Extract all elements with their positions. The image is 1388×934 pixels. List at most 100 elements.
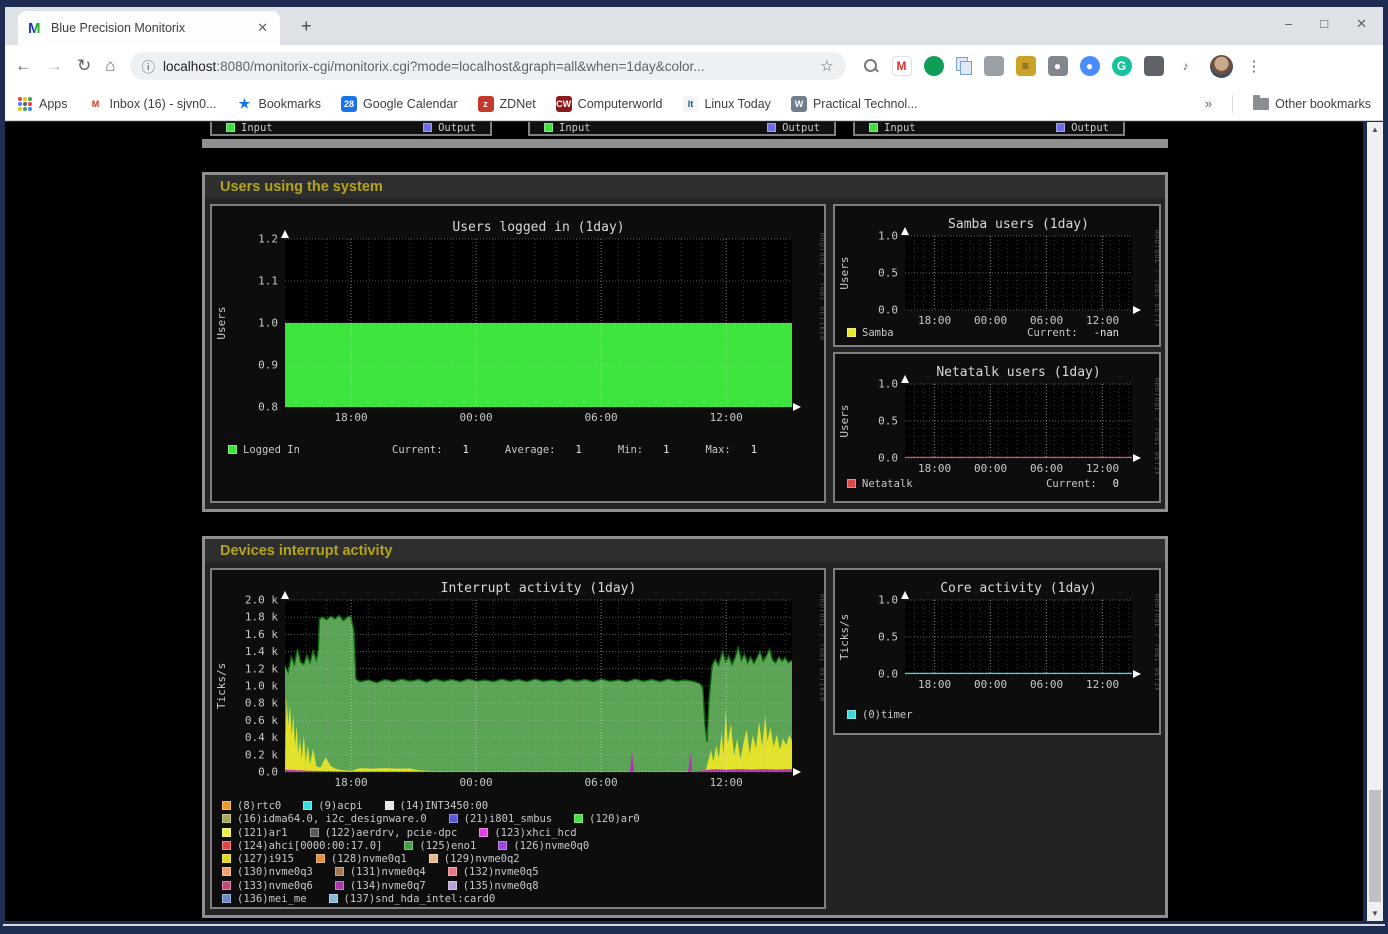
bookmark-item[interactable]: MInbox (16) - sjvn0... <box>88 96 217 112</box>
legend-swatch <box>448 867 457 876</box>
back-icon[interactable]: ← <box>15 56 32 76</box>
svg-text:18:00: 18:00 <box>334 776 367 789</box>
reading-stack-icon[interactable]: ≡ <box>1016 56 1036 76</box>
scrollbar-thumb[interactable] <box>1369 790 1381 902</box>
input-legend-swatch <box>869 123 878 132</box>
interrupt_activity-plot: 0.00.2 k0.4 k0.6 k0.8 k1.0 k1.2 k1.4 k1.… <box>212 570 824 792</box>
svg-text:2.0 k: 2.0 k <box>245 594 278 607</box>
tab-close-icon[interactable]: ✕ <box>255 20 270 36</box>
legend-swatch <box>574 814 583 823</box>
section-interrupts: Devices interrupt activity 0.00.2 k0.4 k… <box>202 536 1168 918</box>
legend-label: (123)xhci_hcd <box>494 827 576 839</box>
svg-text:Core activity (1day): Core activity (1day) <box>940 581 1097 596</box>
legend-label: Samba <box>862 327 894 339</box>
svg-text:06:00: 06:00 <box>585 776 618 789</box>
input-legend-swatch <box>544 123 553 132</box>
zoom-camera-icon[interactable]: ● <box>1080 56 1100 76</box>
voice-icon[interactable] <box>924 56 944 76</box>
scroll-down-icon[interactable]: ▼ <box>1367 906 1383 921</box>
legend-swatch <box>329 894 338 903</box>
legend-swatch <box>847 328 856 337</box>
bookmark-item[interactable]: ltLinux Today <box>682 96 771 112</box>
svg-text:RRDTOOL / TOBI OETIKER: RRDTOOL / TOBI OETIKER <box>818 594 824 702</box>
bookmark-label: Bookmarks <box>259 97 322 111</box>
svg-text:Users: Users <box>838 256 851 289</box>
bookmark-item[interactable]: zZDNet <box>478 96 536 112</box>
reload-icon[interactable]: ↻ <box>77 56 91 76</box>
session-icon[interactable] <box>984 56 1004 76</box>
legend-swatch <box>385 801 394 810</box>
svg-text:0.0: 0.0 <box>878 304 898 317</box>
bookmark-label: ZDNet <box>500 97 536 111</box>
bookmark-item[interactable]: 28Google Calendar <box>341 96 458 112</box>
page-scrollbar[interactable]: ▲ ▼ <box>1367 122 1383 921</box>
svg-text:Ticks/s: Ticks/s <box>838 614 851 660</box>
home-icon[interactable]: ⌂ <box>105 56 115 76</box>
legend-label: (128)nvme0q1 <box>331 853 407 865</box>
bookmark-label: Google Calendar <box>363 97 458 111</box>
stat-label: Current: <box>1046 478 1097 490</box>
svg-text:1.1: 1.1 <box>258 275 278 288</box>
svg-text:00:00: 00:00 <box>974 678 1007 690</box>
other-bookmarks-button[interactable]: Other bookmarks <box>1253 97 1371 111</box>
svg-text:1.0: 1.0 <box>878 378 898 391</box>
bookmark-star-icon[interactable]: ☆ <box>820 57 833 75</box>
bookmark-label: Computerworld <box>578 97 663 111</box>
legend-label: (131)nvme0q4 <box>350 866 426 878</box>
svg-text:0.8 k: 0.8 k <box>245 697 278 710</box>
address-bar[interactable]: ⓘ localhost:8080/monitorix-cgi/monitorix… <box>130 52 846 80</box>
legend-swatch <box>222 841 231 850</box>
stat-label: Min: <box>618 444 643 456</box>
browser-tab[interactable]: MM Blue Precision Monitorix ✕ <box>18 11 280 45</box>
svg-text:0.5: 0.5 <box>878 415 898 428</box>
legend-label: (21)i801_smbus <box>464 813 553 825</box>
svg-text:00:00: 00:00 <box>460 776 493 789</box>
folder-icon <box>1253 98 1269 110</box>
minimize-button[interactable]: – <box>1285 16 1292 32</box>
close-button[interactable]: ✕ <box>1356 16 1367 32</box>
gmail-icon[interactable]: M <box>892 56 912 76</box>
users-logged-in-chart: 0.80.91.01.11.218:0000:0006:0012:00Users… <box>210 204 826 503</box>
maximize-button[interactable]: □ <box>1320 16 1328 32</box>
extensions-puzzle-icon[interactable] <box>1144 56 1164 76</box>
svg-text:1.8 k: 1.8 k <box>245 611 278 624</box>
stat-label: Average: <box>505 444 556 456</box>
svg-text:Users: Users <box>215 306 228 339</box>
new-tab-button[interactable]: + <box>301 16 312 37</box>
apps-grid-icon <box>18 97 22 101</box>
bookmark-favicon: W <box>791 96 807 112</box>
lighthouse-icon[interactable]: ● <box>1048 56 1068 76</box>
bookmark-item[interactable]: CW Computerworld <box>556 96 663 112</box>
bookmark-item[interactable]: WPractical Technol... <box>791 96 918 112</box>
legend-label: (16)idma64.0, i2c_designware.0 <box>237 813 427 825</box>
search-icon[interactable] <box>862 57 880 75</box>
legend-swatch <box>316 854 325 863</box>
url-host: localhost <box>163 59 216 74</box>
bookmark-label: Linux Today <box>704 97 771 111</box>
bookmark-favicon: M <box>88 96 104 112</box>
svg-text:12:00: 12:00 <box>1086 678 1119 690</box>
scroll-up-icon[interactable]: ▲ <box>1367 122 1383 137</box>
section-header: Devices interrupt activity <box>205 539 1165 562</box>
copy-pages-icon[interactable] <box>956 57 972 75</box>
stat-value: 1 <box>575 444 581 456</box>
bookmark-item[interactable]: ★Bookmarks <box>237 96 322 112</box>
extensions-row: M ≡ ● ● G ♪ <box>862 56 1196 76</box>
legend-swatch <box>847 479 856 488</box>
info-icon[interactable]: ⓘ <box>142 56 156 76</box>
svg-text:0.0: 0.0 <box>878 452 898 465</box>
svg-text:1.0 k: 1.0 k <box>245 680 278 693</box>
playlist-icon[interactable]: ♪ <box>1176 56 1196 76</box>
grammarly-icon[interactable]: G <box>1112 56 1132 76</box>
legend-swatch <box>310 828 319 837</box>
profile-avatar[interactable] <box>1210 55 1233 78</box>
bookmark-item[interactable]: Apps <box>17 96 68 111</box>
chrome-menu-icon[interactable]: ⋮ <box>1247 57 1262 75</box>
svg-text:06:00: 06:00 <box>1030 462 1063 474</box>
legend-swatch <box>498 841 507 850</box>
browser-toolbar: ← → ↻ ⌂ ⓘ localhost:8080/monitorix-cgi/m… <box>5 45 1383 87</box>
svg-text:1.4 k: 1.4 k <box>245 645 278 658</box>
bookmark-favicon: CW <box>556 96 572 112</box>
bookmarks-overflow-icon[interactable]: » <box>1205 96 1212 111</box>
stat-value: 0 <box>1113 478 1119 490</box>
